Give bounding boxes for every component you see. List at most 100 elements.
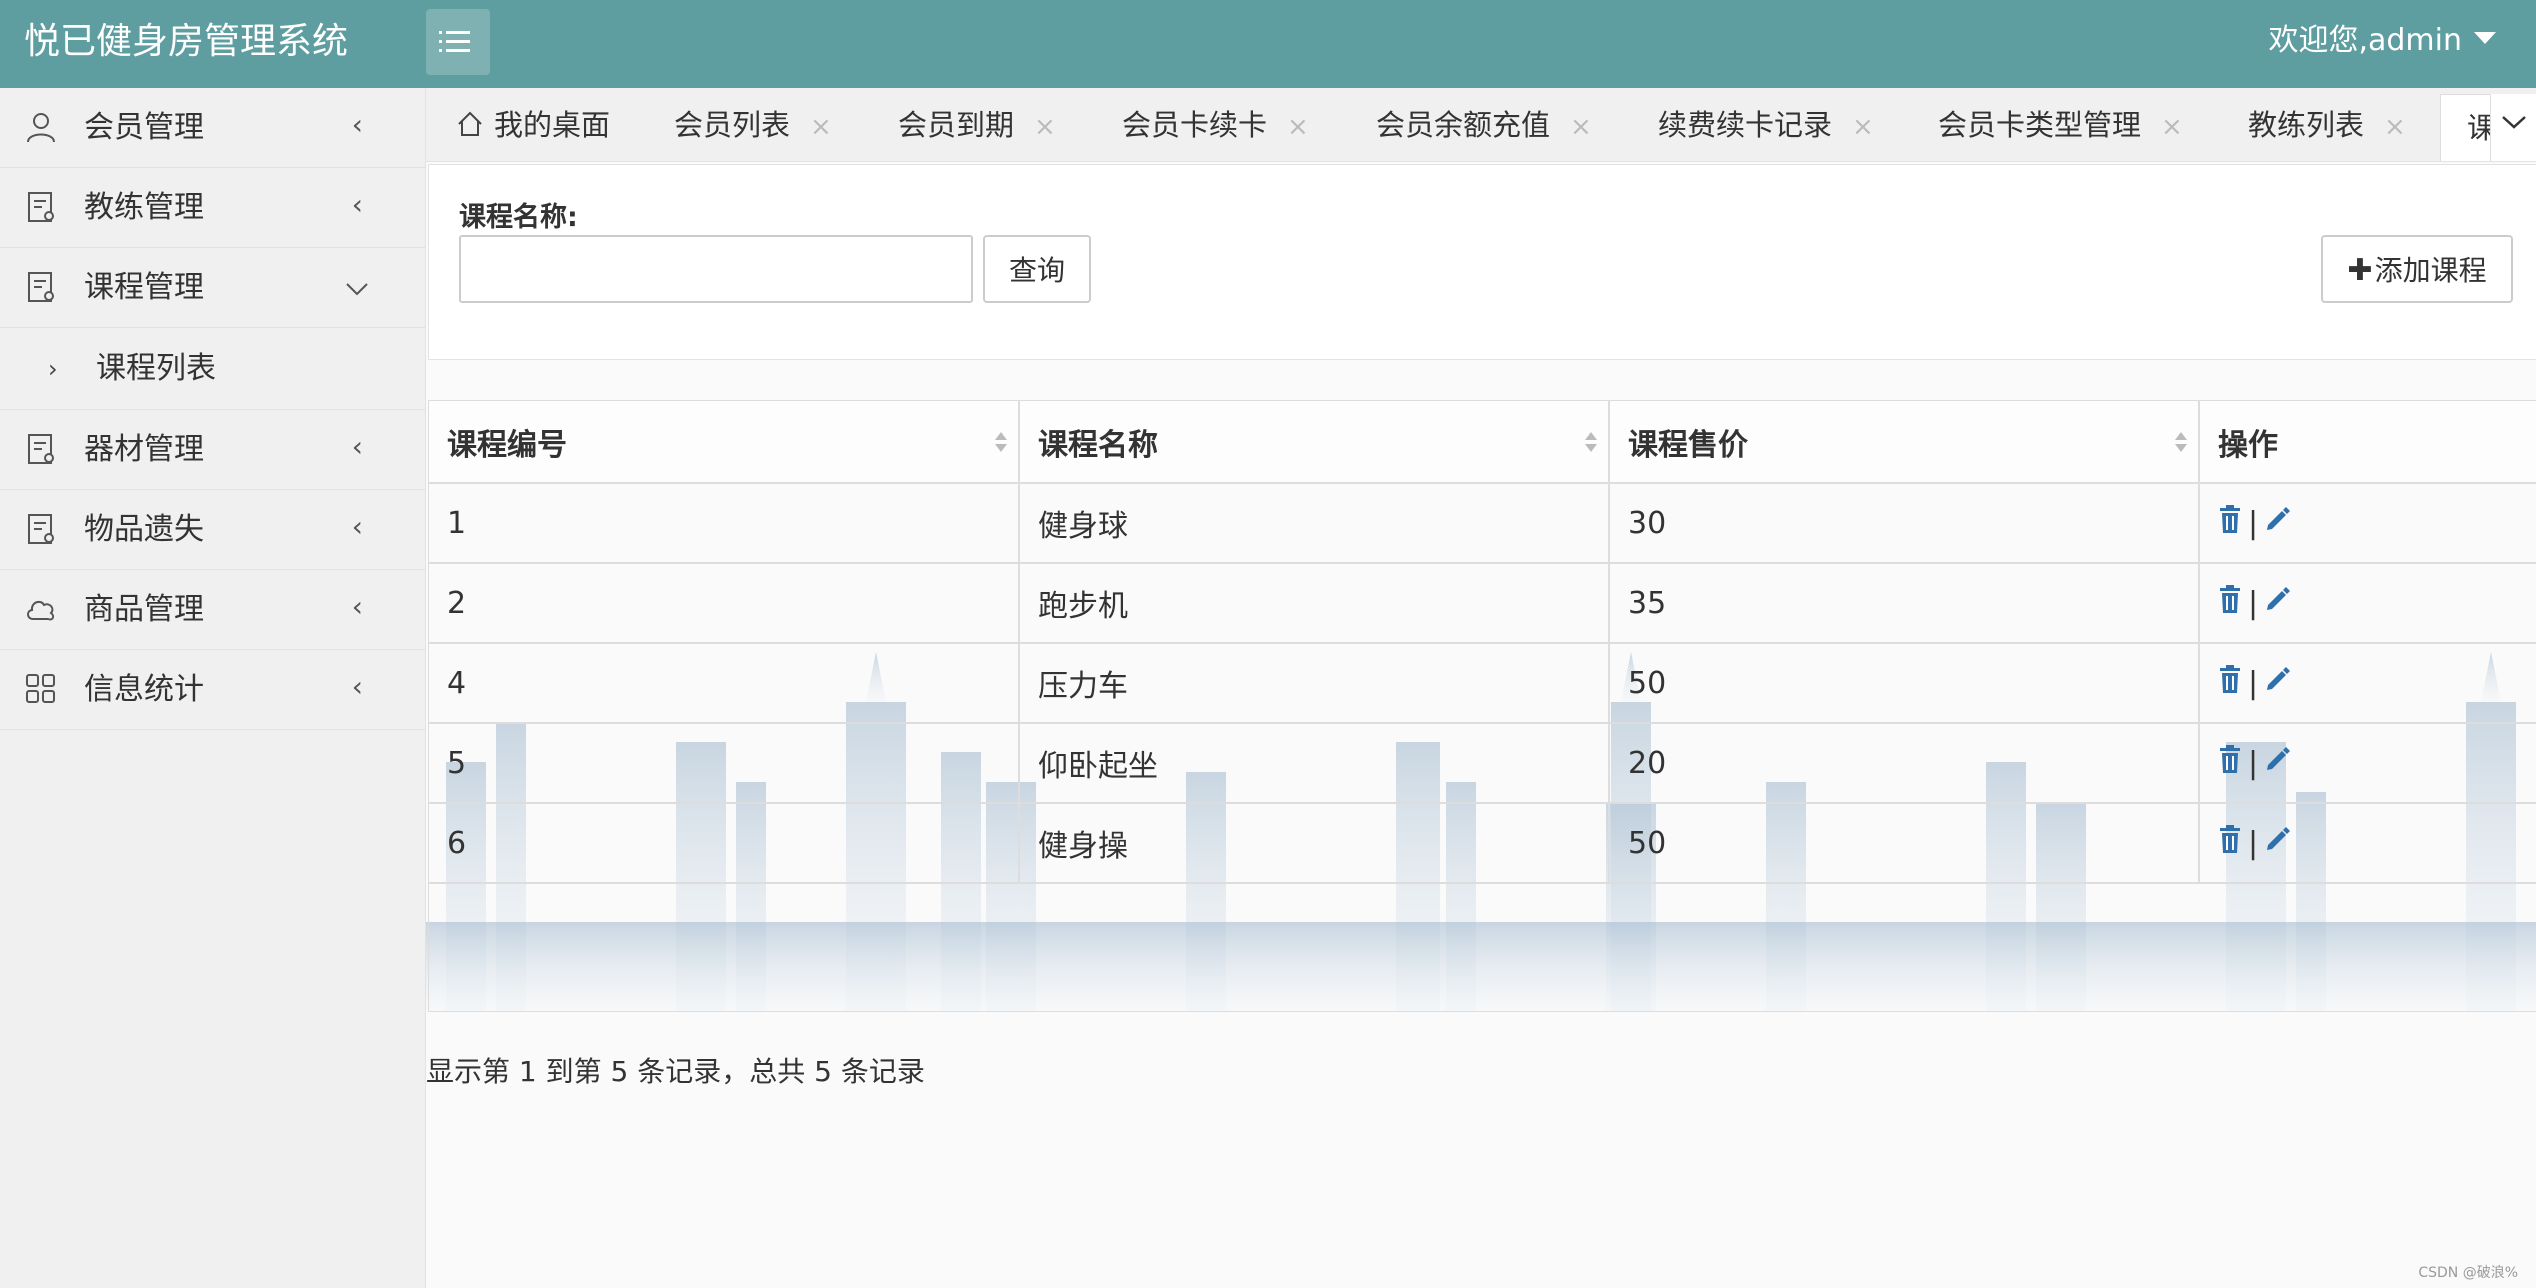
sidebar-item-label: 商品管理 (84, 592, 204, 627)
trash-icon[interactable] (2218, 824, 2242, 862)
cell-course-price: 50 (1609, 643, 2200, 724)
tab-balance-recharge[interactable]: 会员余额充值 × (1376, 88, 1592, 161)
cell-course-id: 5 (429, 723, 1020, 804)
cloud-icon (27, 600, 55, 621)
cell-operations: | (2199, 723, 2536, 804)
sidebar-item-lost-items[interactable]: 物品遗失 ‹ (0, 490, 425, 570)
tab-card-renewal[interactable]: 会员卡续卡 × (1122, 88, 1309, 161)
sidebar-item-label: 课程管理 (84, 270, 204, 305)
tab-card-type-management[interactable]: 会员卡类型管理 × (1938, 88, 2183, 161)
course-table: 课程编号 课程名称 课程售价 操作 1 健身球 30 | 2 跑步机 35 | 4 压力车 50 | 5… (428, 400, 2536, 1012)
column-header-course-id[interactable]: 课程编号 (429, 401, 1020, 484)
source-credit: CSDN @破浪% (2418, 1265, 2518, 1281)
cell-course-price: 30 (1609, 483, 2200, 564)
tab-label: 教练列表 (2248, 108, 2365, 142)
menu-icon (439, 31, 470, 34)
tab-desktop[interactable]: 我的桌面 (456, 88, 610, 161)
table-row: 4 压力车 50 | (429, 643, 2536, 724)
chevron-left-icon: ‹ (351, 590, 363, 623)
document-icon (28, 514, 54, 544)
cell-course-price: 35 (1609, 563, 2200, 644)
tab-label: 会员卡续卡 (1122, 108, 1268, 142)
close-icon[interactable]: × (1287, 112, 1309, 142)
sidebar-item-coaches[interactable]: 教练管理 ‹ (0, 168, 425, 248)
trash-icon[interactable] (2218, 744, 2242, 782)
column-header-course-price[interactable]: 课程售价 (1609, 401, 2200, 484)
chevron-down-icon (346, 283, 368, 296)
cell-course-name: 压力车 (1019, 643, 1610, 724)
op-separator: | (2248, 665, 2259, 701)
cell-course-id: 1 (429, 483, 1020, 564)
cell-course-name: 健身球 (1019, 483, 1610, 564)
sidebar: 会员管理 ‹ 教练管理 ‹ 课程管理 › 课程列表 器材管理 ‹ 物品遗失 ‹ … (0, 88, 426, 1288)
chevron-left-icon: ‹ (351, 670, 363, 703)
op-separator: | (2248, 585, 2259, 621)
sidebar-item-label: 器材管理 (84, 432, 204, 467)
edit-icon[interactable] (2264, 505, 2292, 541)
tab-label: 续费续卡记录 (1658, 108, 1833, 142)
table-row: 2 跑步机 35 | (429, 563, 2536, 644)
cell-course-price: 20 (1609, 723, 2200, 804)
close-icon[interactable]: × (1570, 112, 1592, 142)
op-separator: | (2248, 825, 2259, 861)
cell-course-name: 健身操 (1019, 803, 1610, 884)
caret-down-icon (2474, 32, 2496, 44)
cell-course-price: 50 (1609, 803, 2200, 884)
close-icon[interactable]: × (1034, 112, 1056, 142)
tab-more-button[interactable] (2490, 94, 2536, 161)
tab-label: 会员列表 (674, 108, 791, 142)
sidebar-item-members[interactable]: 会员管理 ‹ (0, 88, 425, 168)
sidebar-item-label: 教练管理 (84, 190, 204, 225)
sort-icon (2175, 432, 2187, 452)
sidebar-subitem-course-list[interactable]: › 课程列表 (0, 328, 425, 410)
close-icon[interactable]: × (1852, 112, 1874, 142)
welcome-text: 欢迎您,admin (2268, 23, 2462, 58)
table-row: 1 健身球 30 | (429, 483, 2536, 564)
edit-icon[interactable] (2264, 745, 2292, 781)
tab-renewal-records[interactable]: 续费续卡记录 × (1658, 88, 1874, 161)
column-header-operations: 操作 (2199, 401, 2536, 484)
chevron-right-icon: › (48, 355, 58, 383)
tab-member-list[interactable]: 会员列表 × (674, 88, 832, 161)
tab-label: 会员卡类型管理 (1938, 108, 2142, 142)
edit-icon[interactable] (2264, 665, 2292, 701)
tab-label: 会员余额充值 (1376, 108, 1551, 142)
document-icon (28, 192, 54, 222)
grid-icon (26, 674, 55, 703)
edit-icon[interactable] (2264, 585, 2292, 621)
sidebar-item-products[interactable]: 商品管理 ‹ (0, 570, 425, 650)
sidebar-item-courses[interactable]: 课程管理 (0, 248, 425, 328)
app-title: 悦已健身房管理系统 (24, 21, 349, 62)
close-icon[interactable]: × (2161, 112, 2183, 142)
close-icon[interactable]: × (810, 112, 832, 142)
course-name-label: 课程名称: (459, 202, 578, 233)
add-course-button[interactable]: ✚添加课程 (2321, 235, 2513, 303)
cell-course-name: 跑步机 (1019, 563, 1610, 644)
trash-icon[interactable] (2218, 664, 2242, 702)
tab-member-expiry[interactable]: 会员到期 × (898, 88, 1056, 161)
op-separator: | (2248, 745, 2259, 781)
table-row: 6 健身操 50 | (429, 803, 2536, 884)
tab-bar: 我的桌面 会员列表 × 会员到期 × 会员卡续卡 × 会员余额充值 × 续费续卡记录 × … (426, 88, 2536, 162)
trash-icon[interactable] (2218, 584, 2242, 622)
trash-icon[interactable] (2218, 504, 2242, 542)
tab-coach-list[interactable]: 教练列表 × (2248, 88, 2406, 161)
cell-operations: | (2199, 643, 2536, 724)
close-icon[interactable]: × (2384, 112, 2406, 142)
edit-icon[interactable] (2264, 825, 2292, 861)
document-icon (28, 272, 54, 302)
cell-course-name: 仰卧起坐 (1019, 723, 1610, 804)
op-separator: | (2248, 505, 2259, 541)
query-button[interactable]: 查询 (983, 235, 1091, 303)
sidebar-item-equipment[interactable]: 器材管理 ‹ (0, 410, 425, 490)
menu-toggle-button[interactable] (426, 9, 490, 75)
sidebar-item-label: 会员管理 (84, 110, 204, 145)
course-name-input[interactable] (459, 235, 973, 303)
sidebar-item-label: 物品遗失 (84, 512, 204, 547)
sort-icon (1585, 432, 1597, 452)
column-header-course-name[interactable]: 课程名称 (1019, 401, 1610, 484)
user-menu[interactable]: 欢迎您,admin (2268, 0, 2496, 88)
sidebar-item-statistics[interactable]: 信息统计 ‹ (0, 650, 425, 730)
plus-icon: ✚ (2347, 253, 2373, 288)
user-icon (27, 113, 55, 143)
